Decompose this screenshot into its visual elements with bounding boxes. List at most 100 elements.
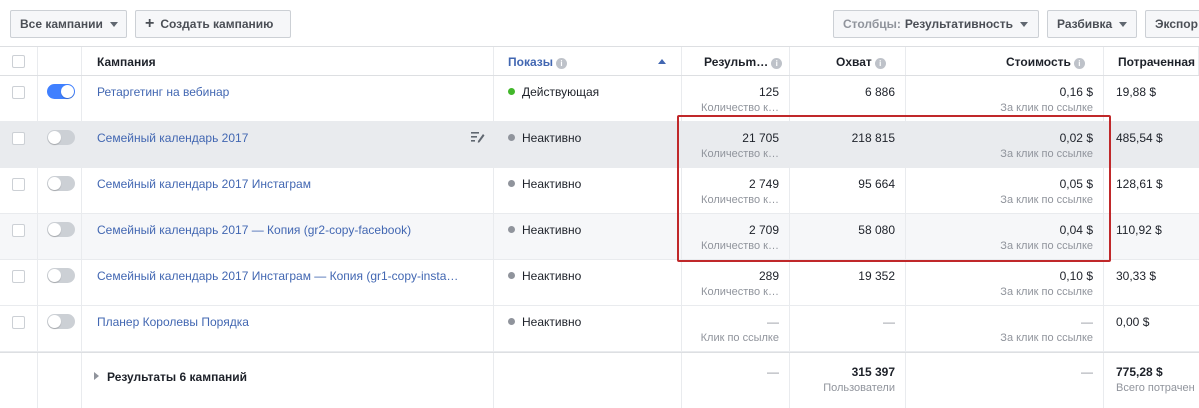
status-text: Неактивно: [522, 269, 582, 283]
results-type: Количество к…: [701, 194, 779, 206]
campaign-toggle[interactable]: [47, 222, 75, 237]
spent-value: 110,92 $: [1116, 223, 1162, 237]
reach-value: 58 080: [858, 223, 895, 237]
cost-value: 0,10 $: [1059, 269, 1093, 283]
results-value: 2 749: [748, 177, 779, 191]
cost-type: За клик по ссылке: [1000, 102, 1093, 114]
campaign-toggle[interactable]: [47, 268, 75, 283]
table-row[interactable]: Семейный календарь 2017 Инстаграм Неакти…: [0, 168, 1199, 214]
results-value: 289: [758, 269, 779, 283]
column-reach-label: Охват: [836, 55, 872, 69]
totals-cost: —: [1081, 365, 1093, 379]
spent-value: 485,54 $: [1116, 131, 1163, 145]
column-cost[interactable]: Стоимость i: [906, 47, 1104, 75]
info-icon[interactable]: i: [556, 58, 567, 69]
export-label: Экспор: [1155, 17, 1198, 31]
campaign-name-link[interactable]: Планер Королевы Порядка: [97, 315, 249, 329]
columns-value: Результативность: [904, 17, 1013, 31]
results-value: 125: [758, 85, 779, 99]
edit-icon[interactable]: [471, 131, 485, 143]
chevron-down-icon: [1019, 21, 1028, 27]
campaign-name-link[interactable]: Ретаргетинг на вебинар: [97, 85, 229, 99]
column-results-label: Резульm…: [704, 55, 769, 69]
chevron-down-icon: [1119, 21, 1128, 27]
row-checkbox[interactable]: [12, 132, 25, 145]
plus-icon: +: [145, 15, 155, 32]
table-row[interactable]: Ретаргетинг на вебинар Действующая 125 К…: [0, 76, 1199, 122]
create-campaign-button[interactable]: + Создать кампанию: [135, 10, 291, 38]
status-text: Неактивно: [522, 223, 582, 237]
columns-dropdown[interactable]: Столбцы: Результативность: [833, 10, 1039, 38]
cost-type: За клик по ссылке: [1000, 148, 1093, 160]
status-dot: [508, 226, 515, 233]
all-campaigns-dropdown[interactable]: Все кампании: [10, 10, 127, 38]
column-spent[interactable]: Потраченная: [1104, 47, 1199, 75]
all-campaigns-label: Все кампании: [20, 17, 103, 31]
status-dot: [508, 180, 515, 187]
totals-spent-type: Всего потрачен: [1116, 382, 1195, 394]
row-checkbox[interactable]: [12, 316, 25, 329]
totals-reach-type: Пользователи: [823, 382, 895, 394]
totals-results: —: [767, 365, 779, 379]
reach-value: 95 664: [858, 177, 895, 191]
cost-type: За клик по ссылке: [1000, 332, 1093, 344]
status-dot: [508, 88, 515, 95]
table-header: Кампания Показы i Резульm… i Охват i Стоимо…: [0, 46, 1199, 76]
results-type: Количество к…: [701, 148, 779, 160]
column-spent-label: Потраченная: [1118, 55, 1196, 69]
sort-ascending-icon[interactable]: [658, 59, 666, 64]
cost-type: За клик по ссылке: [1000, 240, 1093, 252]
status-dot: [508, 318, 515, 325]
status-text: Неактивно: [522, 131, 582, 145]
column-campaign[interactable]: Кампания: [82, 47, 494, 75]
columns-prefix: Столбцы:: [843, 17, 901, 31]
totals-expand[interactable]: Результаты 6 кампаний: [94, 370, 247, 384]
column-results[interactable]: Резульm… i: [682, 47, 790, 75]
info-icon[interactable]: i: [1073, 58, 1085, 69]
export-button[interactable]: Экспор: [1145, 10, 1199, 38]
campaign-toggle[interactable]: [47, 84, 75, 99]
info-icon[interactable]: i: [874, 58, 886, 69]
row-checkbox[interactable]: [12, 86, 25, 99]
row-checkbox[interactable]: [12, 178, 25, 191]
campaign-name-link[interactable]: Семейный календарь 2017 Инстаграм — Копи…: [97, 269, 458, 283]
table-row[interactable]: Семейный календарь 2017 — Копия (gr2-cop…: [0, 214, 1199, 260]
table-row[interactable]: Планер Королевы Порядка Неактивно — Клик…: [0, 306, 1199, 352]
column-delivery[interactable]: Показы i: [494, 47, 682, 75]
column-cost-label: Стоимость: [1006, 55, 1071, 69]
info-icon[interactable]: i: [771, 58, 783, 69]
campaign-name-link[interactable]: Семейный календарь 2017 Инстаграм: [97, 177, 311, 191]
toolbar: Все кампании + Создать кампанию Столбцы:…: [0, 0, 1199, 46]
campaign-name-link[interactable]: Семейный календарь 2017: [97, 131, 248, 145]
totals-reach: 315 397: [851, 365, 895, 379]
column-reach[interactable]: Охват i: [790, 47, 906, 75]
cost-value: 0,05 $: [1059, 177, 1093, 191]
results-type: Количество к…: [701, 286, 779, 298]
totals-row: Результаты 6 кампаний — 315 397 Пользова…: [0, 352, 1199, 408]
campaign-toggle[interactable]: [47, 314, 75, 329]
select-all-checkbox[interactable]: [12, 55, 25, 68]
status-text: Неактивно: [522, 177, 582, 191]
create-campaign-label: Создать кампанию: [160, 17, 274, 31]
status-dot: [508, 134, 515, 141]
campaign-name-link[interactable]: Семейный календарь 2017 — Копия (gr2-cop…: [97, 223, 411, 237]
campaign-toggle[interactable]: [47, 176, 75, 191]
cost-type: За клик по ссылке: [1000, 286, 1093, 298]
results-value: —: [767, 315, 779, 329]
breakdown-dropdown[interactable]: Разбивка: [1047, 10, 1137, 38]
spent-value: 128,61 $: [1116, 177, 1163, 191]
results-type: Количество к…: [701, 240, 779, 252]
totals-label: Результаты 6 кампаний: [107, 370, 248, 384]
spent-value: 0,00 $: [1116, 315, 1150, 329]
table-row[interactable]: Семейный календарь 2017 Инстаграм — Копи…: [0, 260, 1199, 306]
reach-value: 218 815: [851, 131, 895, 145]
status-dot: [508, 272, 515, 279]
row-checkbox[interactable]: [12, 224, 25, 237]
campaign-toggle[interactable]: [47, 130, 75, 145]
column-campaign-label: Кампания: [97, 55, 156, 69]
spent-value: 30,33 $: [1116, 269, 1157, 283]
table-row[interactable]: Семейный календарь 2017 Неактивно 21 705…: [0, 122, 1199, 168]
spent-value: 19,88 $: [1116, 85, 1157, 99]
row-checkbox[interactable]: [12, 270, 25, 283]
cost-value: 0,16 $: [1059, 85, 1093, 99]
